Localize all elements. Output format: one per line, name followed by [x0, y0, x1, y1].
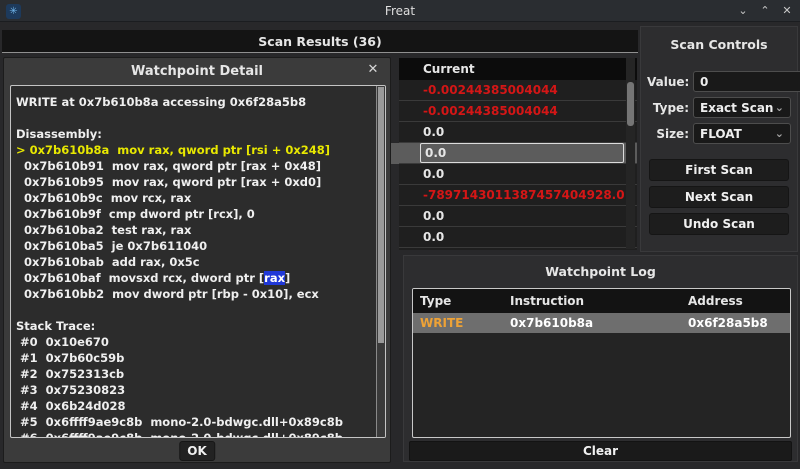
stack-trace-line: #0 0x10e670 — [16, 334, 385, 350]
stack-trace-line: #4 0x6b24d028 — [16, 398, 385, 414]
disassembly-line: 0x7b610baf movsxd rcx, dword ptr [rax] — [16, 270, 385, 286]
scan-value-row[interactable]: -0.00244385004044 — [399, 80, 637, 101]
scan-controls-panel: Scan Controls Value: Type: Exact Scan ⌄ … — [640, 26, 798, 252]
watchpoint-log-title: Watchpoint Log — [404, 256, 797, 279]
disassembly-label: Disassembly: — [16, 126, 385, 142]
chevron-down-icon: ⌄ — [775, 127, 784, 140]
type-label: Type: — [647, 101, 689, 115]
watchpoint-detail-text[interactable]: WRITE at 0x7b610b8a accessing 0x6f28a5b8… — [10, 85, 386, 438]
scan-results-title: Scan Results (36) — [258, 34, 381, 49]
disassembly-line-current: > 0x7b610b8a mov rax, qword ptr [rsi + 0… — [16, 142, 385, 158]
value-input[interactable] — [693, 71, 800, 92]
scan-value-row[interactable]: -0.00244385004044 — [399, 101, 637, 122]
window-title: Freat — [0, 4, 800, 18]
type-column-header[interactable]: Type — [420, 294, 510, 308]
stack-trace-line: #3 0x75230823 — [16, 382, 385, 398]
size-label: Size: — [647, 127, 689, 141]
current-column-header[interactable]: Current — [399, 58, 637, 80]
stack-trace-line: #6 0x6ffff9ae9c8b mono-2.0-bdwgc.dll+0x8… — [16, 430, 385, 438]
dialog-titlebar[interactable]: Watchpoint Detail ✕ — [4, 58, 390, 84]
scan-value-row[interactable]: 0.0 — [399, 164, 637, 185]
scan-value-row[interactable]: 0.0 — [399, 206, 637, 227]
scan-controls-title: Scan Controls — [641, 27, 797, 52]
next-scan-button[interactable]: Next Scan — [649, 186, 789, 208]
first-scan-button[interactable]: First Scan — [649, 159, 789, 181]
log-type-cell: WRITE — [420, 316, 510, 330]
chevron-down-icon: ⌄ — [775, 101, 784, 114]
stack-trace-label: Stack Trace: — [16, 318, 385, 334]
scan-value-row[interactable]: 0.0 — [399, 227, 637, 248]
scan-results-table: Current -0.00244385004044 -0.00244385004… — [399, 58, 637, 250]
value-label: Value: — [647, 75, 689, 89]
disassembly-line: 0x7b610b9f cmp dword ptr [rcx], 0 — [16, 206, 385, 222]
scan-results-scrollbar[interactable] — [626, 58, 635, 249]
scan-value-row-selected[interactable]: 0.0 — [399, 143, 637, 164]
log-address-cell: 0x6f28a5b8 — [688, 316, 790, 330]
maximize-icon[interactable]: ⌃ — [758, 4, 772, 18]
disassembly-line: 0x7b610b95 mov rax, qword ptr [rax + 0xd… — [16, 174, 385, 190]
minimize-icon[interactable]: ⌄ — [736, 4, 750, 18]
disassembly-line: 0x7b610bb2 mov dword ptr [rbp - 0x10], e… — [16, 286, 385, 302]
watchpoint-log-panel: Watchpoint Log Type Instruction Address … — [403, 255, 798, 462]
disassembly-line: 0x7b610bab add rax, 0x5c — [16, 254, 385, 270]
undo-scan-button[interactable]: Undo Scan — [649, 213, 789, 235]
app-icon: ✳ — [6, 4, 21, 19]
disassembly-line: 0x7b610b9c mov rcx, rax — [16, 190, 385, 206]
dialog-title: Watchpoint Detail — [131, 64, 263, 79]
selected-row-stub — [391, 143, 399, 164]
dialog-close-icon[interactable]: ✕ — [365, 62, 381, 78]
scan-value-row[interactable]: 0.0 — [399, 122, 637, 143]
ok-button[interactable]: OK — [179, 441, 215, 461]
log-instruction-cell: 0x7b610b8a — [510, 316, 688, 330]
watchpoint-detail-dialog: Watchpoint Detail ✕ WRITE at 0x7b610b8a … — [3, 57, 391, 463]
stack-trace-line: #1 0x7b60c59b — [16, 350, 385, 366]
size-select[interactable]: FLOAT ⌄ — [693, 123, 791, 144]
selected-cell: 0.0 — [420, 143, 624, 163]
scan-value-row[interactable]: -7897143011387457404928.0 — [399, 185, 637, 206]
stack-trace-line: #2 0x752313cb — [16, 366, 385, 382]
disassembly-line: 0x7b610ba5 je 0x7b611040 — [16, 238, 385, 254]
watchpoint-log-header: Type Instruction Address — [413, 289, 790, 313]
scan-results-scrollbar-handle[interactable] — [627, 82, 634, 126]
scan-results-header: Scan Results (36) — [2, 30, 638, 53]
dialog-scrollbar-handle[interactable] — [378, 87, 384, 343]
type-select[interactable]: Exact Scan ⌄ — [693, 97, 791, 118]
address-column-header[interactable]: Address — [688, 294, 790, 308]
window-titlebar[interactable]: ✳ Freat ⌄ ⌃ ✕ — [0, 0, 800, 22]
watchpoint-log-table: Type Instruction Address WRITE 0x7b610b8… — [412, 288, 791, 438]
selected-register: rax — [264, 271, 285, 285]
watchpoint-log-row[interactable]: WRITE 0x7b610b8a 0x6f28a5b8 — [413, 313, 790, 333]
disassembly-line: 0x7b610ba2 test rax, rax — [16, 222, 385, 238]
clear-button[interactable]: Clear — [409, 441, 792, 461]
close-icon[interactable]: ✕ — [780, 4, 794, 18]
stack-trace-line: #5 0x6ffff9ae9c8b mono-2.0-bdwgc.dll+0x8… — [16, 414, 385, 430]
dialog-scrollbar[interactable] — [376, 86, 385, 437]
watchpoint-summary-line: WRITE at 0x7b610b8a accessing 0x6f28a5b8 — [16, 94, 385, 110]
instruction-column-header[interactable]: Instruction — [510, 294, 688, 308]
disassembly-line: 0x7b610b91 mov rax, qword ptr [rax + 0x4… — [16, 158, 385, 174]
